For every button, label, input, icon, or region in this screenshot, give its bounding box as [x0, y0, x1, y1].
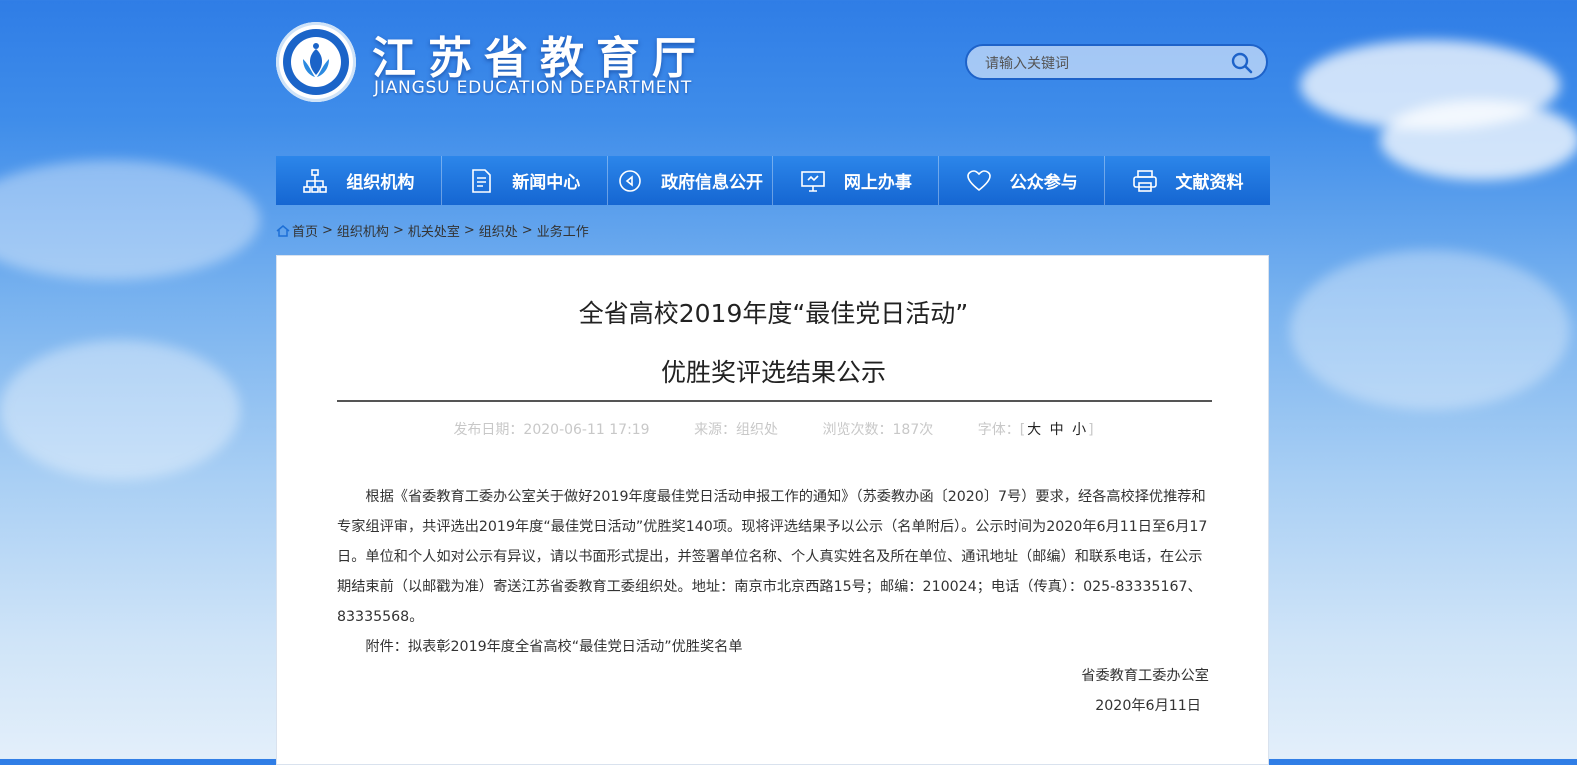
breadcrumb-org-dept[interactable]: 组织处	[479, 221, 518, 240]
cloud-decoration	[1380, 100, 1577, 180]
nav-label: 网上办事	[843, 173, 912, 193]
view-count: 浏览次数：187次	[822, 422, 934, 438]
site-header: 江苏省教育厅 JIANGSU EDUCATION DEPARTMENT	[276, 20, 1270, 110]
site-subtitle: JIANGSU EDUCATION DEPARTMENT	[374, 78, 693, 98]
breadcrumb: 首页 > 组织机构 > 机关处室 > 组织处 > 业务工作	[276, 221, 589, 240]
org-chart-icon	[303, 168, 328, 193]
monitor-icon	[801, 170, 825, 192]
document-icon	[472, 168, 492, 193]
nav-label: 组织机构	[346, 173, 415, 193]
article-meta: 发布日期：2020-06-11 17:19 来源：组织处 浏览次数：187次 字…	[277, 419, 1270, 439]
nav-item-online-service[interactable]: 网上办事	[773, 156, 940, 205]
font-medium-button[interactable]: 中	[1050, 422, 1064, 438]
article-title-line1: 全省高校2019年度“最佳党日活动”	[578, 299, 969, 328]
font-large-button[interactable]: 大	[1027, 422, 1041, 438]
article-body: 根据《省委教育工委办公室关于做好2019年度最佳党日活动申报工作的通知》（苏委教…	[337, 482, 1212, 662]
font-small-button[interactable]: 小	[1072, 422, 1086, 438]
speaker-icon	[619, 169, 641, 192]
nav-label: 政府信息公开	[661, 173, 764, 193]
bracket-close: ]	[1088, 422, 1094, 438]
nav-item-docs[interactable]: 文献资料	[1105, 156, 1270, 205]
attachment-line[interactable]: 附件：拟表彰2019年度全省高校“最佳党日活动”优胜奖名单	[337, 632, 1212, 662]
font-size-label: 字体：	[977, 422, 1020, 438]
search-input[interactable]	[983, 52, 1217, 76]
nav-item-public[interactable]: 公众参与	[939, 156, 1106, 205]
article-signature: 省委教育工委办公室 2020年6月11日	[1081, 661, 1209, 721]
cloud-decoration	[0, 160, 260, 280]
article-paragraph: 根据《省委教育工委办公室关于做好2019年度最佳党日活动申报工作的通知》（苏委教…	[337, 489, 1208, 625]
site-logo[interactable]	[276, 22, 356, 102]
publish-date: 发布日期：2020-06-11 17:19	[453, 422, 650, 438]
nav-label: 文献资料	[1175, 173, 1244, 193]
signature-date: 2020年6月11日	[1095, 698, 1201, 714]
nav-item-news[interactable]: 新闻中心	[442, 156, 608, 205]
home-icon	[276, 224, 290, 237]
title-divider	[337, 400, 1212, 402]
printer-icon	[1132, 169, 1157, 192]
font-size-control: 字体：[大 中 小]	[978, 422, 1094, 438]
article-panel: 全省高校2019年度“最佳党日活动” 优胜奖评选结果公示 发布日期：2020-0…	[276, 255, 1269, 765]
logo-emblem-icon	[303, 43, 329, 77]
cloud-decoration	[0, 340, 240, 480]
nav-item-gov-info[interactable]: 政府信息公开	[608, 156, 774, 205]
search-box	[965, 44, 1268, 80]
breadcrumb-offices[interactable]: 机关处室	[408, 221, 460, 240]
site-title: 江苏省教育厅	[372, 33, 708, 84]
source: 来源：组织处	[694, 422, 779, 438]
bracket-open: [	[1019, 422, 1026, 438]
nav-label: 新闻中心	[512, 173, 581, 193]
nav-label: 公众参与	[1009, 173, 1078, 193]
nav-item-org[interactable]: 组织机构	[276, 156, 442, 205]
article-title-line2: 优胜奖评选结果公示	[660, 358, 886, 387]
breadcrumb-home[interactable]: 首页	[292, 221, 318, 240]
main-nav: 组织机构 新闻中心 政府信息公开 网上办事 公众参与 文献资料	[276, 156, 1270, 205]
breadcrumb-org[interactable]: 组织机构	[337, 221, 389, 240]
cloud-decoration	[1290, 250, 1570, 410]
breadcrumb-business[interactable]: 业务工作	[537, 221, 589, 240]
heart-icon	[966, 169, 991, 191]
search-icon[interactable]	[1230, 51, 1254, 75]
signature-org: 省委教育工委办公室	[1081, 668, 1209, 684]
